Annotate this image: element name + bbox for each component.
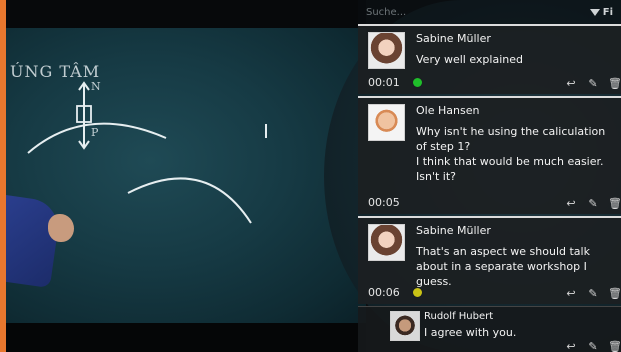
comment-actions: ↩ ✎ 🗑 [565, 288, 621, 300]
trash-icon[interactable]: 🗑 [608, 341, 621, 352]
trash-icon[interactable]: 🗑 [608, 288, 621, 300]
comment-item: Sabine Müller Very well explained 00:01 … [358, 24, 621, 94]
comment-timestamp[interactable]: 00:05 [368, 196, 400, 209]
comment-timestamp[interactable]: 00:06 [368, 286, 400, 299]
video-bottom-bar [6, 323, 366, 352]
comment-author: Sabine Müller [416, 224, 491, 237]
comment-reply: Rudolf Hubert I agree with you. ↩ ✎ 🗑 [358, 306, 621, 352]
status-dot [413, 288, 422, 297]
pencil-icon[interactable]: ✎ [587, 198, 599, 210]
status-dot [413, 78, 422, 87]
comment-item: Ole Hansen Why isn't he using the calicu… [358, 96, 621, 214]
comment-author: Rudolf Hubert [424, 311, 494, 322]
comment-actions: ↩ ✎ 🗑 [565, 341, 621, 352]
video-player[interactable]: ÚNG TÂM N P [6, 0, 366, 352]
comment-item: Sabine Müller That's an aspect we should… [358, 216, 621, 304]
comment-text: Very well explained [416, 53, 523, 66]
comment-actions: ↩ ✎ 🗑 [565, 78, 621, 90]
comment-actions: ↩ ✎ 🗑 [565, 198, 621, 210]
search-input[interactable]: Suche... [366, 7, 406, 18]
chalk-drawings [27, 81, 359, 224]
reply-icon[interactable]: ↩ [565, 288, 577, 300]
chalkboard-scene: ÚNG TÂM N P [6, 28, 366, 323]
pencil-icon[interactable]: ✎ [587, 78, 599, 90]
comment-author: Ole Hansen [416, 104, 480, 117]
pencil-icon[interactable]: ✎ [587, 341, 599, 352]
search-bar: Suche... Fi [358, 0, 621, 24]
chalk-vector-p: P [91, 126, 100, 139]
comment-text: Why isn't he using the caliculation of s… [416, 125, 606, 183]
app-frame: ÚNG TÂM N P Suche... Fi Sabine Müller Ve… [6, 0, 621, 352]
video-top-bar [6, 0, 366, 28]
avatar [368, 224, 405, 261]
trash-icon[interactable]: 🗑 [608, 198, 621, 210]
comment-text: I agree with you. [424, 326, 517, 339]
reply-icon[interactable]: ↩ [565, 198, 577, 210]
chalk-vector-n: N [91, 80, 102, 93]
avatar [368, 104, 405, 141]
filter-button[interactable]: Fi [589, 6, 613, 18]
avatar [368, 32, 405, 69]
pencil-icon[interactable]: ✎ [587, 288, 599, 300]
presenter-hand [48, 214, 74, 242]
reply-icon[interactable]: ↩ [565, 78, 577, 90]
comment-author: Sabine Müller [416, 32, 491, 45]
filter-icon [589, 8, 600, 16]
comment-text: That's an aspect we should talk about in… [416, 245, 590, 288]
trash-icon[interactable]: 🗑 [608, 78, 621, 90]
avatar [390, 311, 420, 341]
filter-label: Fi [602, 6, 613, 18]
reply-icon[interactable]: ↩ [565, 341, 577, 352]
comments-panel: Suche... Fi Sabine Müller Very well expl… [358, 0, 621, 352]
comment-timestamp[interactable]: 00:01 [368, 76, 400, 89]
